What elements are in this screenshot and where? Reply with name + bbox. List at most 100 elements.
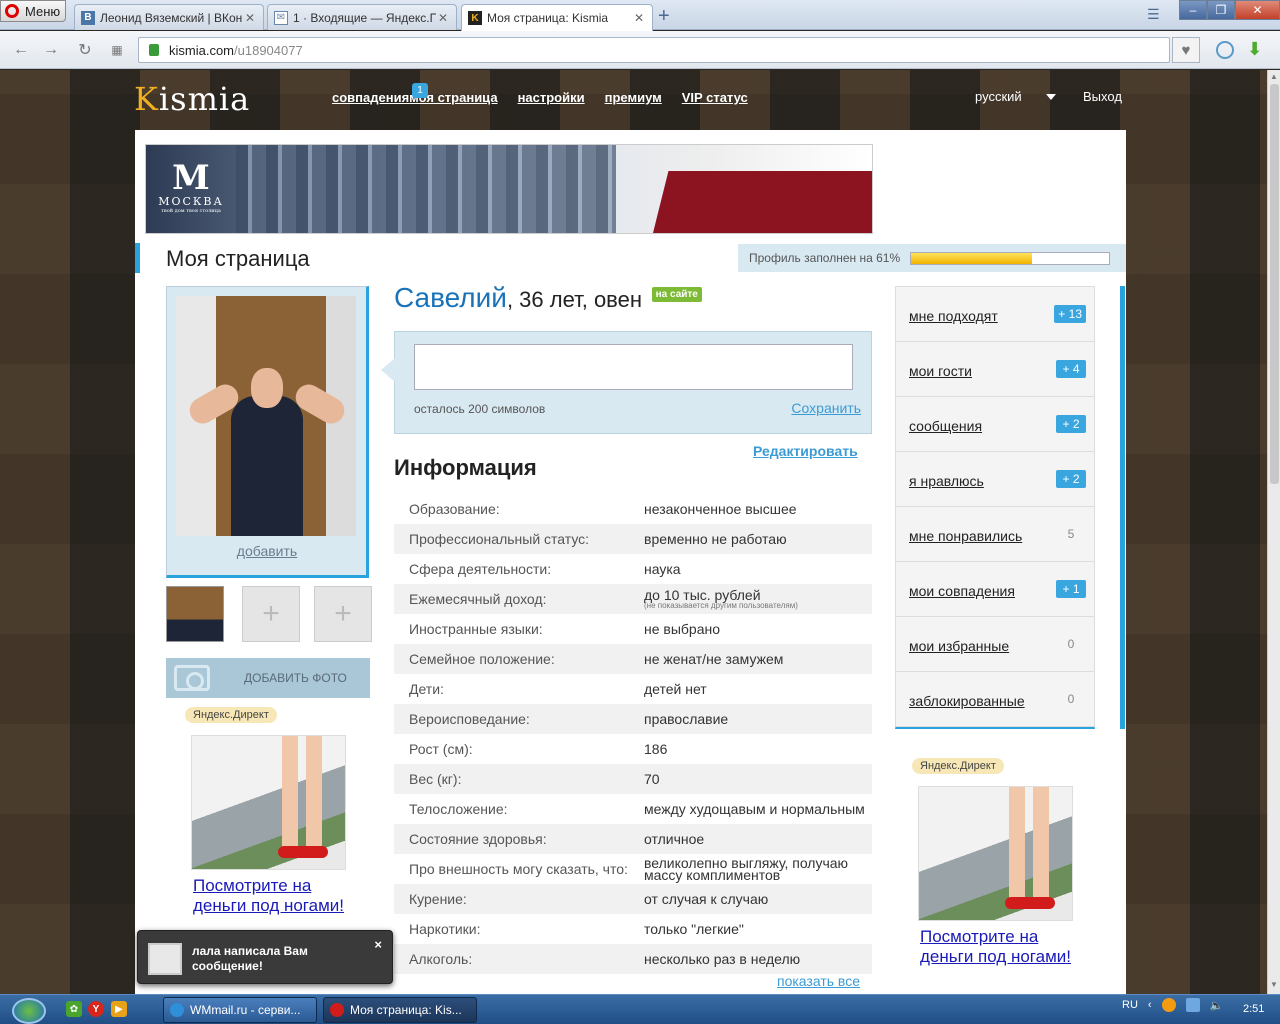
forward-icon[interactable]: → bbox=[40, 39, 62, 61]
show-all-link[interactable]: показать все bbox=[777, 973, 860, 989]
info-value-text: не женат/не замужем bbox=[644, 651, 784, 667]
ad-headline-link[interactable]: Посмотрите на деньги под ногами! bbox=[193, 876, 353, 916]
sidebar-item-label[interactable]: мои совпадения bbox=[909, 583, 1015, 599]
add-photo-button[interactable]: ДОБАВИТЬ ФОТО bbox=[166, 658, 370, 698]
clock: 2:51 bbox=[1243, 1003, 1265, 1015]
info-row: Про внешность могу сказать, что: великоле… bbox=[394, 854, 872, 884]
close-icon[interactable]: ✕ bbox=[243, 11, 257, 25]
sidebar-count-badge: 0 bbox=[1067, 637, 1075, 651]
maximize-icon[interactable]: ❐ bbox=[1207, 0, 1235, 20]
close-icon[interactable]: × bbox=[374, 937, 382, 952]
volume-icon[interactable]: 🔈 bbox=[1210, 999, 1224, 1012]
close-window-icon[interactable]: ✕ bbox=[1235, 0, 1280, 20]
sidebar-item[interactable]: я нравлюсь + 2 bbox=[896, 452, 1094, 507]
photo-thumbnail[interactable] bbox=[166, 586, 224, 642]
ad-banner[interactable]: M МОСКВА твой дом твоя столица bbox=[145, 144, 873, 234]
sidebar-item-label[interactable]: заблокированные bbox=[909, 693, 1025, 709]
sidebar-item[interactable]: мне подходят + 13 bbox=[896, 287, 1094, 342]
taskbar-item-wmmail[interactable]: WMmail.ru - серви... bbox=[163, 997, 317, 1023]
opera-turbo-icon[interactable] bbox=[1216, 41, 1234, 59]
camera-icon bbox=[174, 665, 210, 691]
nav-settings[interactable]: настройки bbox=[518, 90, 585, 105]
info-label: Профессиональный статус: bbox=[409, 531, 590, 547]
tab-kismia[interactable]: K Моя страница: Kismia ✕ bbox=[461, 4, 653, 31]
info-label: Сфера деятельности: bbox=[409, 561, 552, 577]
bookmark-heart-icon[interactable]: ♥ bbox=[1172, 37, 1200, 63]
nav-matches[interactable]: совпадения bbox=[332, 90, 409, 105]
new-tab-icon[interactable]: + bbox=[658, 5, 670, 28]
save-link[interactable]: Сохранить bbox=[791, 400, 861, 416]
banner-red-shape bbox=[651, 171, 872, 233]
info-row: Иностранные языки: не выбрано bbox=[394, 614, 872, 644]
yandex-direct-label[interactable]: Яндекс.Директ bbox=[185, 707, 277, 723]
sidebar-item[interactable]: мои избранные 0 bbox=[896, 617, 1094, 672]
scroll-down-icon[interactable]: ▼ bbox=[1270, 980, 1278, 989]
matches-badge: 1 bbox=[412, 83, 428, 98]
info-value: детей нет bbox=[644, 682, 872, 696]
opera-menu-button[interactable]: Меню bbox=[0, 0, 66, 22]
back-icon[interactable]: ← bbox=[10, 39, 32, 61]
info-row: Дети: детей нет bbox=[394, 674, 872, 704]
logout-link[interactable]: Выход bbox=[1083, 89, 1122, 104]
sidebar-item-label[interactable]: мои избранные bbox=[909, 638, 1009, 654]
scroll-up-icon[interactable]: ▲ bbox=[1270, 72, 1278, 81]
tab-vk[interactable]: В Леонид Вяземский | ВКон ✕ bbox=[74, 4, 264, 30]
sidebar-count-badge: + 2 bbox=[1056, 470, 1086, 488]
sidebar-item[interactable]: сообщения + 2 bbox=[896, 397, 1094, 452]
start-button[interactable] bbox=[12, 998, 46, 1024]
scroll-thumb[interactable] bbox=[1270, 84, 1279, 484]
info-label: Образование: bbox=[409, 501, 500, 517]
edit-link[interactable]: Редактировать bbox=[753, 443, 858, 459]
info-row: Вероисповедание: православие bbox=[394, 704, 872, 734]
ad-image[interactable] bbox=[918, 786, 1073, 921]
yandex-icon[interactable]: Y bbox=[88, 1001, 104, 1017]
close-icon[interactable]: ✕ bbox=[436, 11, 450, 25]
chevron-left-icon[interactable]: ‹ bbox=[1148, 999, 1152, 1011]
language-indicator[interactable]: RU bbox=[1122, 999, 1138, 1011]
sidebar-item-label[interactable]: сообщения bbox=[909, 418, 982, 434]
sidebar-item[interactable]: мне понравились 5 bbox=[896, 507, 1094, 562]
page-scrollbar[interactable]: ▲ ▼ bbox=[1267, 70, 1280, 994]
language-select[interactable]: русский bbox=[975, 89, 1022, 104]
taskbar-item-kismia[interactable]: Моя страница: Kis... bbox=[323, 997, 477, 1023]
tab-menu-icon[interactable]: ☰ bbox=[1147, 6, 1160, 23]
profile-photo[interactable] bbox=[176, 296, 356, 536]
sidebar-item-label[interactable]: мне подходят bbox=[909, 308, 998, 324]
info-row: Алкоголь: несколько раз в неделю bbox=[394, 944, 872, 974]
download-icon[interactable]: ⬇ bbox=[1247, 39, 1262, 60]
status-input[interactable] bbox=[414, 344, 853, 390]
close-icon[interactable]: ✕ bbox=[632, 11, 646, 25]
network-icon[interactable] bbox=[1185, 998, 1200, 1012]
info-row: Образование: незаконченное высшее bbox=[394, 494, 872, 524]
message-notification[interactable]: лала написала Вам сообщение! × bbox=[137, 930, 393, 984]
sidebar-item[interactable]: мои гости + 4 bbox=[896, 342, 1094, 397]
opera-icon bbox=[5, 4, 19, 18]
sidebar-item[interactable]: мои совпадения + 1 bbox=[896, 562, 1094, 617]
info-value-text: от случая к случаю bbox=[644, 891, 769, 907]
sidebar-item-label[interactable]: мне понравились bbox=[909, 528, 1022, 544]
chevron-down-icon[interactable] bbox=[1046, 94, 1056, 100]
info-row: Телосложение: между худощавым и нормальны… bbox=[394, 794, 872, 824]
quick-launch-icon[interactable]: ✿ bbox=[66, 1001, 82, 1017]
info-value-text: 70 bbox=[644, 771, 660, 787]
media-icon[interactable]: ▶ bbox=[111, 1001, 127, 1017]
yandex-direct-label[interactable]: Яндекс.Директ bbox=[912, 758, 1004, 774]
add-thumbnail-plus-icon[interactable]: + bbox=[242, 586, 300, 642]
add-photo-link[interactable]: добавить bbox=[167, 543, 367, 559]
tab-yandex-mail[interactable]: ✉ 1 · Входящие — Яндекс.П ✕ bbox=[267, 4, 457, 30]
ad-headline-link[interactable]: Посмотрите на деньги под ногами! bbox=[920, 927, 1080, 967]
url-input[interactable]: kismia.com/u18904077 bbox=[138, 37, 1170, 63]
add-thumbnail-plus-icon[interactable]: + bbox=[314, 586, 372, 642]
sidebar-item-label[interactable]: я нравлюсь bbox=[909, 473, 984, 489]
kismia-logo[interactable]: Kismia bbox=[134, 80, 250, 118]
sidebar-item-label[interactable]: мои гости bbox=[909, 363, 972, 379]
ad-image[interactable] bbox=[191, 735, 346, 870]
speed-dial-icon[interactable]: ▦ bbox=[106, 39, 128, 61]
reload-icon[interactable]: ↻ bbox=[74, 39, 96, 61]
sidebar-item[interactable]: заблокированные 0 bbox=[896, 672, 1094, 727]
minimize-icon[interactable]: – bbox=[1179, 0, 1207, 20]
tray-app-icon[interactable] bbox=[1161, 998, 1176, 1012]
nav-premium[interactable]: премиум bbox=[605, 90, 662, 105]
profile-details: , 36 лет, овен bbox=[506, 287, 643, 312]
nav-vip[interactable]: VIP статус bbox=[682, 90, 748, 105]
